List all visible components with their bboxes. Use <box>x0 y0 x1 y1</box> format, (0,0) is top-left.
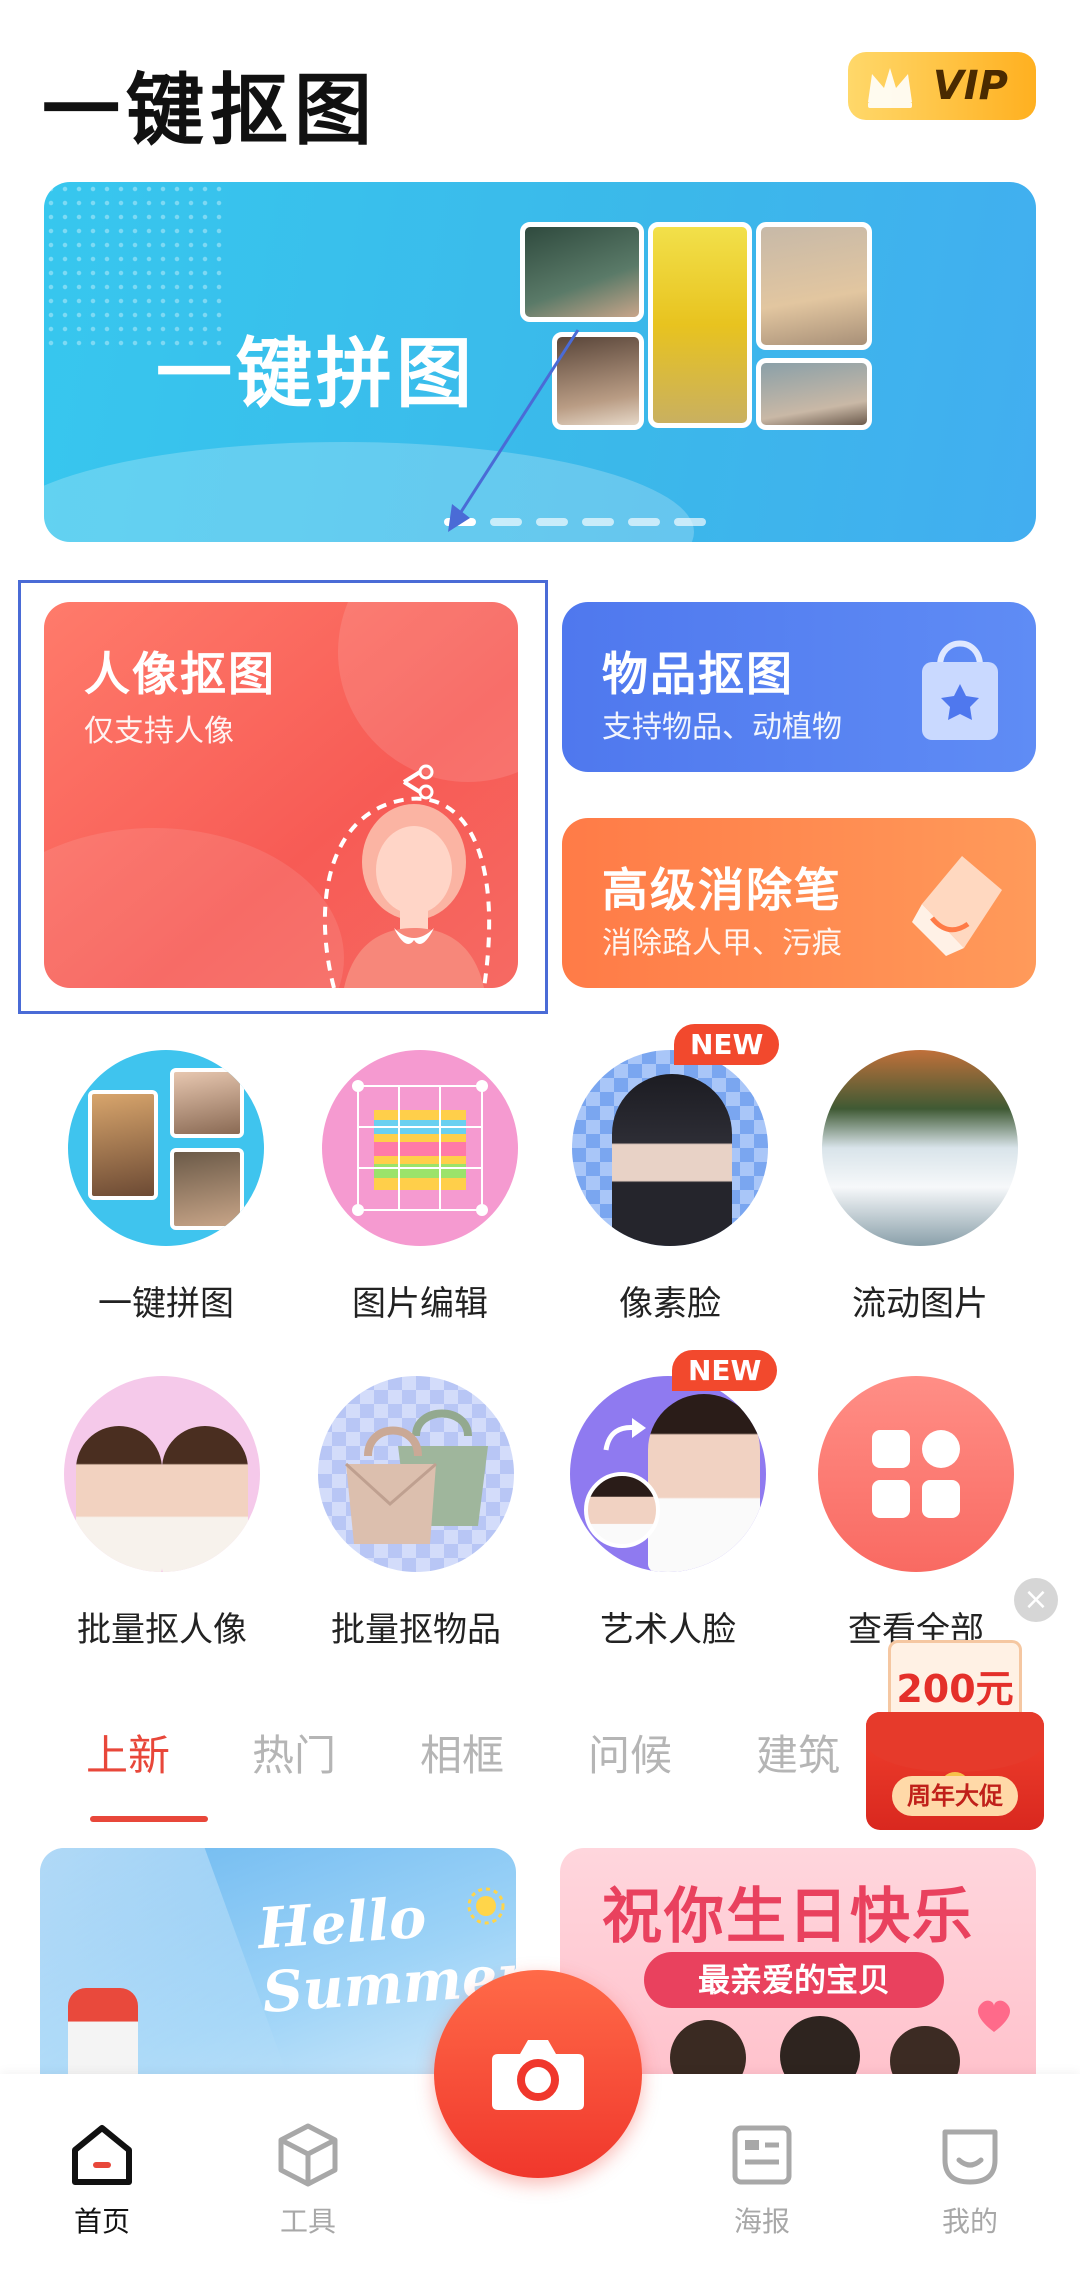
handbag-icon <box>344 1409 488 1544</box>
promo-banner[interactable]: 一键拼图 <box>44 182 1036 542</box>
banner-photo-2 <box>648 222 752 428</box>
tab-hot[interactable]: 热门 <box>252 1722 336 1783</box>
eraser-card-subtitle: 消除路人甲、污痕 <box>602 926 842 961</box>
promo-label: 周年大促 <box>892 1776 1018 1816</box>
eraser-icon <box>912 856 1002 956</box>
nav-profile[interactable]: 我的 <box>910 2120 1030 2240</box>
face-photo <box>780 2016 860 2078</box>
camera-icon <box>492 2040 584 2110</box>
app-title: 一键抠图 <box>42 66 379 156</box>
crown-icon <box>868 68 912 108</box>
tab-greetings[interactable]: 问候 <box>588 1722 672 1783</box>
object-cutout-card[interactable]: 物品抠图 支持物品、动植物 <box>562 602 1036 772</box>
tool-batch-object[interactable]: 批量抠物品 <box>272 1376 532 1656</box>
image-edit-tool-icon <box>322 1050 518 1246</box>
view-all-tool-icon <box>818 1376 1014 1572</box>
art-face-tool-icon <box>570 1376 766 1572</box>
banner-title: 一键拼图 <box>156 329 476 418</box>
banner-photo-5 <box>756 358 872 430</box>
sun-icon <box>467 1887 505 1925</box>
camera-button[interactable] <box>434 1970 642 2178</box>
collage-tile <box>170 1068 244 1138</box>
collage-tile <box>170 1148 244 1230</box>
envelope-flap <box>866 1712 1044 1772</box>
tool-batch-portrait[interactable]: 批量抠人像 <box>18 1376 278 1656</box>
profile-smile-icon <box>942 2129 998 2185</box>
shopping-bag-icon <box>922 640 998 740</box>
pager-dot <box>536 518 568 526</box>
tools-cube-icon <box>278 2123 338 2187</box>
tool-label: 艺术人脸 <box>600 1610 736 1650</box>
tool-label: 一键拼图 <box>98 1284 234 1324</box>
birthday-subtitle: 最亲爱的宝贝 <box>644 1952 944 2008</box>
bottle-illustration <box>68 1988 138 2078</box>
curved-arrow-icon <box>603 1418 646 1451</box>
tool-label: 批量抠物品 <box>331 1610 501 1650</box>
anniversary-promo-envelope[interactable]: 200元 周年大促 <box>866 1640 1044 1830</box>
pager-dot <box>674 518 706 526</box>
tab-frames[interactable]: 相框 <box>420 1722 504 1783</box>
tool-label: 图片编辑 <box>352 1284 488 1324</box>
collage-tile <box>88 1090 158 1200</box>
banner-pager <box>444 518 706 526</box>
tool-label: 像素脸 <box>619 1284 721 1324</box>
tool-label: 批量抠人像 <box>77 1610 247 1650</box>
nav-poster-label: 海报 <box>733 2205 790 2238</box>
promo-close-button[interactable]: × <box>1014 1578 1058 1622</box>
batch-portrait-tool-icon <box>64 1376 260 1572</box>
active-tab-indicator <box>90 1816 208 1822</box>
tab-architecture[interactable]: 建筑 <box>756 1722 840 1783</box>
heart-icon <box>978 2000 1010 2032</box>
tab-new[interactable]: 上新 <box>86 1722 170 1783</box>
nav-home-label: 首页 <box>73 2205 130 2238</box>
tool-image-edit[interactable]: 图片编辑 <box>276 1050 536 1330</box>
birthday-title: 祝你生日快乐 <box>602 1882 974 1952</box>
waterfall-tool-icon <box>822 1050 1018 1246</box>
tool-flowing-image[interactable]: 流动图片 <box>776 1050 1036 1330</box>
chalk-grid-icon <box>352 1080 488 1216</box>
new-badge: NEW <box>674 1024 780 1065</box>
pager-dot <box>490 518 522 526</box>
home-icon <box>72 2125 132 2185</box>
annotation-highlight-box <box>18 580 548 1014</box>
new-badge: NEW <box>672 1350 778 1391</box>
face-photo <box>670 2020 746 2078</box>
eraser-card-title: 高级消除笔 <box>602 863 842 917</box>
nav-poster[interactable]: 海报 <box>702 2120 822 2240</box>
tool-art-face[interactable]: NEW 艺术人脸 <box>524 1350 784 1656</box>
pager-dot-active <box>444 518 476 526</box>
vip-label: VIP <box>932 63 1008 109</box>
object-card-title: 物品抠图 <box>602 647 794 701</box>
nav-home[interactable]: 首页 <box>42 2120 162 2240</box>
grid-apps-icon <box>872 1430 960 1518</box>
face-photo <box>890 2026 960 2078</box>
pager-dot <box>628 518 660 526</box>
tool-label: 流动图片 <box>852 1284 988 1324</box>
tool-view-all[interactable]: 查看全部 <box>772 1376 1032 1656</box>
collage-tool-icon <box>68 1050 264 1246</box>
batch-object-tool-icon <box>318 1376 514 1572</box>
nav-profile-label: 我的 <box>941 2205 998 2238</box>
nav-tools[interactable]: 工具 <box>248 2120 368 2240</box>
banner-wave <box>44 442 694 542</box>
tool-collage[interactable]: 一键拼图 <box>22 1050 282 1330</box>
poster-icon <box>732 2125 792 2185</box>
art-face-original-thumb <box>584 1472 660 1548</box>
tool-pixel-face[interactable]: NEW 像素脸 <box>526 1024 786 1330</box>
pixel-face-tool-icon <box>572 1050 768 1246</box>
object-card-subtitle: 支持物品、动植物 <box>602 710 842 745</box>
pager-dot <box>582 518 614 526</box>
pixel-face-portrait <box>612 1074 732 1246</box>
person-figure <box>162 1426 248 1572</box>
advanced-eraser-card[interactable]: 高级消除笔 消除路人甲、污痕 <box>562 818 1036 988</box>
person-figure <box>76 1426 162 1572</box>
art-face-portrait <box>648 1394 760 1572</box>
vip-button[interactable]: VIP <box>848 52 1036 120</box>
banner-photo-4 <box>552 332 644 430</box>
banner-photo-1 <box>520 222 644 322</box>
banner-photo-3 <box>756 222 872 350</box>
category-tabs: 上新 热门 相框 问候 建筑 <box>44 1722 864 1822</box>
nav-tools-label: 工具 <box>279 2205 336 2238</box>
